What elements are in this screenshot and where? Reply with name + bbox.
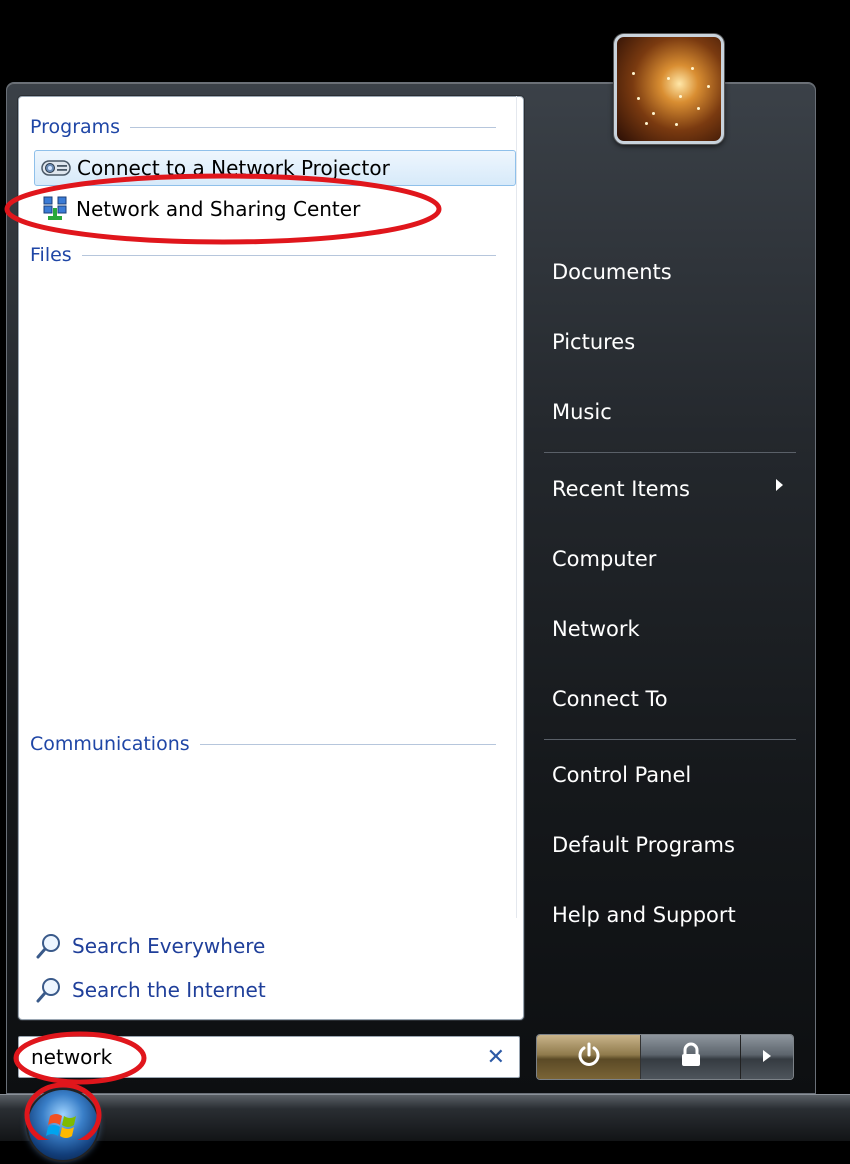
group-header-label: Programs	[30, 116, 121, 138]
magnifier-icon	[34, 931, 64, 961]
arrow-right-icon	[762, 1048, 772, 1067]
right-item-label: Music	[552, 400, 612, 424]
right-item-label: Recent Items	[552, 477, 690, 501]
search-link-label: Search Everywhere	[72, 934, 266, 958]
magnifier-icon	[34, 975, 64, 1005]
result-connect-network-projector[interactable]: Connect to a Network Projector	[34, 150, 516, 186]
group-header-communications: Communications	[30, 731, 496, 757]
sparkle	[637, 97, 640, 100]
projector-icon	[41, 156, 71, 180]
group-header-files: Files	[30, 242, 496, 268]
group-header-label: Communications	[30, 733, 190, 755]
search-input[interactable]	[29, 1044, 453, 1070]
right-item-default-programs[interactable]: Default Programs	[552, 825, 735, 865]
group-header-programs: Programs	[30, 114, 496, 140]
right-item-pictures[interactable]: Pictures	[552, 322, 635, 362]
power-button[interactable]	[537, 1035, 641, 1079]
clear-x-icon[interactable]: ✕	[487, 1045, 505, 1070]
divider	[130, 126, 496, 128]
right-separator	[544, 452, 796, 453]
divider	[199, 743, 496, 745]
power-button-group	[536, 1034, 794, 1080]
sparkle	[679, 95, 682, 98]
arrow-right-icon	[776, 479, 783, 491]
search-the-internet-link[interactable]: Search the Internet	[34, 973, 266, 1007]
windows-start-orb-icon[interactable]	[28, 1090, 98, 1160]
divider	[81, 254, 496, 256]
right-item-label: Pictures	[552, 330, 636, 354]
right-item-network[interactable]: Network	[552, 609, 640, 649]
search-everywhere-link[interactable]: Search Everywhere	[34, 929, 265, 963]
search-link-label: Search the Internet	[72, 978, 266, 1002]
right-item-label: Computer	[552, 547, 657, 571]
right-item-label: Documents	[552, 260, 672, 284]
right-item-connect-to[interactable]: Connect To	[552, 679, 668, 719]
result-network-and-sharing-center[interactable]: Network and Sharing Center	[34, 191, 516, 227]
right-item-recent-items[interactable]: Recent Items	[552, 469, 690, 509]
sparkle	[632, 72, 635, 75]
right-item-label: Connect To	[552, 687, 668, 711]
right-item-help-and-support[interactable]: Help and Support	[552, 895, 736, 935]
lock-button[interactable]	[641, 1035, 741, 1079]
right-item-label: Network	[552, 617, 640, 641]
group-header-label: Files	[30, 244, 72, 266]
right-item-label: Control Panel	[552, 763, 692, 787]
right-item-documents[interactable]: Documents	[552, 252, 672, 292]
sparkle	[707, 85, 710, 88]
start-search-box[interactable]: ✕	[18, 1036, 520, 1078]
power-icon	[576, 1042, 602, 1072]
lock-icon	[679, 1042, 703, 1072]
result-label: Network and Sharing Center	[76, 197, 361, 221]
scroll-track[interactable]	[516, 96, 517, 918]
right-item-computer[interactable]: Computer	[552, 539, 656, 579]
sparkle	[645, 122, 648, 125]
result-label: Connect to a Network Projector	[77, 156, 390, 180]
search-results-pane	[18, 96, 524, 1020]
user-picture[interactable]	[614, 34, 724, 144]
right-item-control-panel[interactable]: Control Panel	[552, 755, 691, 795]
sparkle	[691, 67, 694, 70]
network-sharing-icon	[40, 196, 70, 221]
right-item-label: Default Programs	[552, 833, 735, 857]
sparkle	[697, 107, 700, 110]
sparkle	[667, 77, 670, 80]
taskbar	[0, 1094, 850, 1141]
windows-flag-icon	[46, 1114, 76, 1138]
right-separator	[544, 739, 796, 740]
shutdown-options-button[interactable]	[741, 1035, 793, 1079]
sparkle	[675, 123, 678, 126]
right-item-music[interactable]: Music	[552, 392, 612, 432]
right-item-label: Help and Support	[552, 903, 736, 927]
sparkle	[652, 112, 655, 115]
